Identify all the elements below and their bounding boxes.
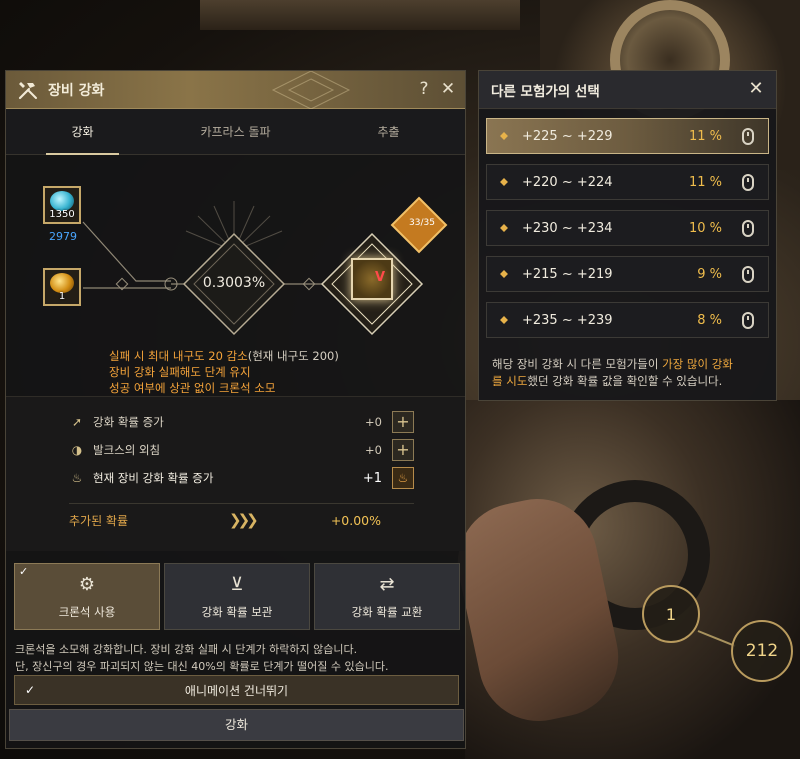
- choice-row[interactable]: +225 ~ +229 11 %: [486, 118, 769, 154]
- crystal-material-slot[interactable]: 1350: [43, 186, 81, 224]
- enhance-button[interactable]: 강화: [9, 709, 464, 741]
- mouse-icon: [742, 265, 754, 283]
- skip-animation-toggle[interactable]: ✓ 애니메이션 건너뛰기: [14, 675, 459, 705]
- tab-enhance[interactable]: 강화: [6, 109, 159, 155]
- counter-bubble[interactable]: 212: [731, 620, 793, 682]
- choice-row[interactable]: +235 ~ +239 8 %: [486, 302, 769, 338]
- use-cron-stone-button[interactable]: ✓ ⚙ 크론석 사용: [14, 563, 160, 630]
- other-adventurers-panel: 다른 모험가의 선택 ✕ +225 ~ +229 11 % +220 ~ +22…: [478, 70, 777, 401]
- help-button[interactable]: ?: [414, 79, 434, 99]
- stat-row-current-rate: ♨ 현재 장비 강화 확률 증가 +1 ♨: [69, 467, 414, 489]
- background-beam: [200, 0, 520, 30]
- tab-bar: 강화 카프라스 돌파 추출: [6, 109, 465, 155]
- blue-crystal-icon: [50, 191, 74, 211]
- counter-bubble[interactable]: 1: [642, 585, 700, 643]
- cron-stone-icon: ⚙: [78, 573, 96, 595]
- side-description: 해당 장비 강화 시 다른 모험가들이 가장 많이 강화 를 시도했던 강화 확…: [492, 357, 733, 388]
- mouse-icon: [742, 127, 754, 145]
- item-count-badge: 33/35: [409, 218, 435, 228]
- add-valks-button[interactable]: +: [392, 439, 414, 461]
- added-rate-row: 추가된 확률 ❯❯❯ +0.00%: [69, 511, 381, 529]
- side-title: 다른 모험가의 선택: [491, 83, 600, 100]
- mouse-icon: [742, 311, 754, 329]
- choice-row[interactable]: +215 ~ +219 9 %: [486, 256, 769, 292]
- add-rate-button[interactable]: +: [392, 411, 414, 433]
- flame-button[interactable]: ♨: [392, 467, 414, 489]
- stat-row-rate-increase: ➚ 강화 확률 증가 +0 +: [69, 411, 414, 433]
- mouse-icon: [742, 219, 754, 237]
- valks-icon: ◑: [71, 443, 83, 457]
- download-icon: ⊻: [230, 573, 244, 595]
- option-description: 크론석을 소모해 강화합니다. 장비 강화 실패 시 단계가 하락하지 않습니다…: [15, 643, 389, 673]
- exchange-rate-button[interactable]: ⇄ 강화 확률 교환: [314, 563, 460, 630]
- equipment-item-slot[interactable]: V: [351, 258, 393, 300]
- close-button[interactable]: ✕: [746, 79, 766, 99]
- success-rate: 0.3003%: [202, 275, 266, 291]
- diamond-bullet-icon: [500, 316, 508, 324]
- side-header[interactable]: 다른 모험가의 선택 ✕: [479, 71, 776, 109]
- crystal-owned-count: 2979: [49, 230, 77, 243]
- choice-row[interactable]: +230 ~ +234 10 %: [486, 210, 769, 246]
- header-pattern: [271, 71, 351, 109]
- mouse-icon: [742, 173, 754, 191]
- window-title: 장비 강화: [48, 82, 105, 99]
- tab-caphras-breakthrough[interactable]: 카프라스 돌파: [159, 109, 312, 154]
- window-header[interactable]: 장비 강화 ? ✕: [6, 71, 465, 109]
- diamond-bullet-icon: [500, 270, 508, 278]
- hammer-icon: [18, 81, 37, 99]
- enhance-level-label: V: [374, 270, 385, 285]
- warning-text: 실패 시 최대 내구도 20 감소(현재 내구도 200) 장비 강화 실패해도…: [109, 349, 339, 395]
- diamond-bullet-icon: [500, 132, 508, 140]
- check-icon: ✓: [24, 683, 36, 697]
- save-rate-button[interactable]: ⊻ 강화 확률 보관: [164, 563, 310, 630]
- flame-icon: ♨: [71, 471, 83, 485]
- stat-row-valks: ◑ 발크스의 외침 +0 +: [69, 439, 414, 461]
- divider: [69, 503, 414, 504]
- tab-extract[interactable]: 추출: [312, 109, 465, 154]
- diamond-bullet-icon: [500, 178, 508, 186]
- check-icon: ✓: [19, 565, 29, 578]
- swap-icon: ⇄: [379, 573, 395, 595]
- choice-row[interactable]: +220 ~ +224 11 %: [486, 164, 769, 200]
- arrow-up-icon: ➚: [71, 415, 83, 429]
- close-button[interactable]: ✕: [438, 79, 458, 99]
- gold-stone-icon: [50, 273, 74, 293]
- enhance-window: 장비 강화 ? ✕ 강화 카프라스 돌파 추출 1350 2979 1 0.30…: [5, 70, 466, 749]
- stone-material-slot[interactable]: 1: [43, 268, 81, 306]
- chevron-right-icon: ❯❯❯: [229, 511, 259, 529]
- diamond-bullet-icon: [500, 224, 508, 232]
